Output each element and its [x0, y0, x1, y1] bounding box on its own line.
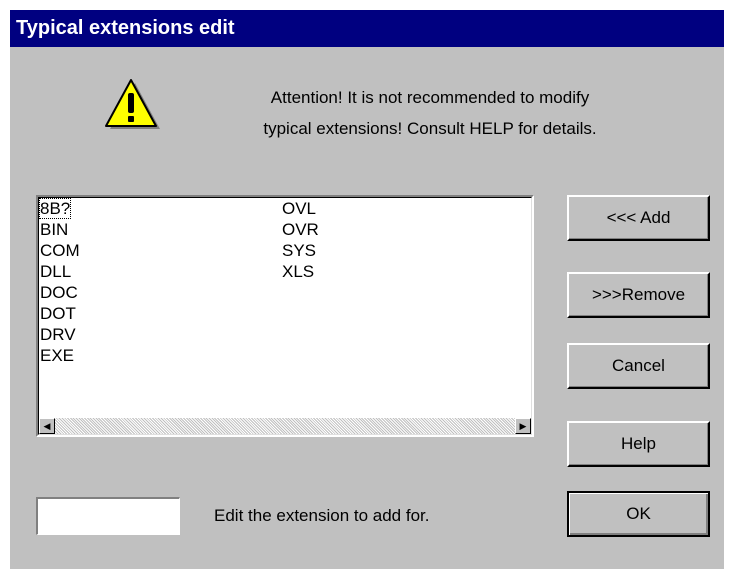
- list-item[interactable]: OVL: [281, 198, 317, 219]
- list-item[interactable]: DLL: [39, 261, 72, 282]
- extension-input-hint: Edit the extension to add for.: [214, 506, 430, 525]
- list-item[interactable]: COM: [39, 240, 81, 261]
- cancel-button[interactable]: Cancel: [567, 343, 710, 389]
- scroll-right-button[interactable]: ▶: [515, 418, 531, 434]
- extensions-list-viewport: XLS SYS OVR OVL EXE DRV DOT DOC DLL COM BIN 8B? ◀ ▶: [38, 197, 532, 435]
- dialog-title: Typical extensions edit: [10, 10, 724, 47]
- horizontal-scrollbar[interactable]: ◀ ▶: [39, 418, 531, 434]
- list-item[interactable]: BIN: [39, 219, 69, 240]
- warning-message-line2: typical extensions! Consult HELP for det…: [263, 119, 597, 138]
- extensions-list[interactable]: XLS SYS OVR OVL EXE DRV DOT DOC DLL COM BIN 8B? ◀ ▶: [36, 195, 534, 437]
- warning-message-line1: Attention! It is not recommended to modi…: [270, 88, 590, 107]
- list-item[interactable]: DOT: [39, 303, 77, 324]
- ok-button[interactable]: OK: [567, 491, 710, 537]
- list-item[interactable]: 8B?: [39, 198, 72, 219]
- extension-input[interactable]: [36, 497, 180, 535]
- warning-message: Attention! It is not recommended to modi…: [225, 82, 635, 144]
- list-item[interactable]: SYS: [281, 240, 317, 261]
- list-item[interactable]: XLS: [281, 261, 315, 282]
- list-item[interactable]: OVR: [281, 219, 320, 240]
- list-item[interactable]: DOC: [39, 282, 79, 303]
- list-item[interactable]: DRV: [39, 324, 77, 345]
- remove-button[interactable]: >>>Remove: [567, 272, 710, 318]
- list-item[interactable]: EXE: [39, 345, 75, 366]
- help-button[interactable]: Help: [567, 421, 710, 467]
- typical-extensions-dialog: Typical extensions edit Attention! It is…: [10, 10, 724, 569]
- warning-triangle-icon: [105, 79, 160, 129]
- add-button[interactable]: <<< Add: [567, 195, 710, 241]
- scroll-left-button[interactable]: ◀: [39, 418, 55, 434]
